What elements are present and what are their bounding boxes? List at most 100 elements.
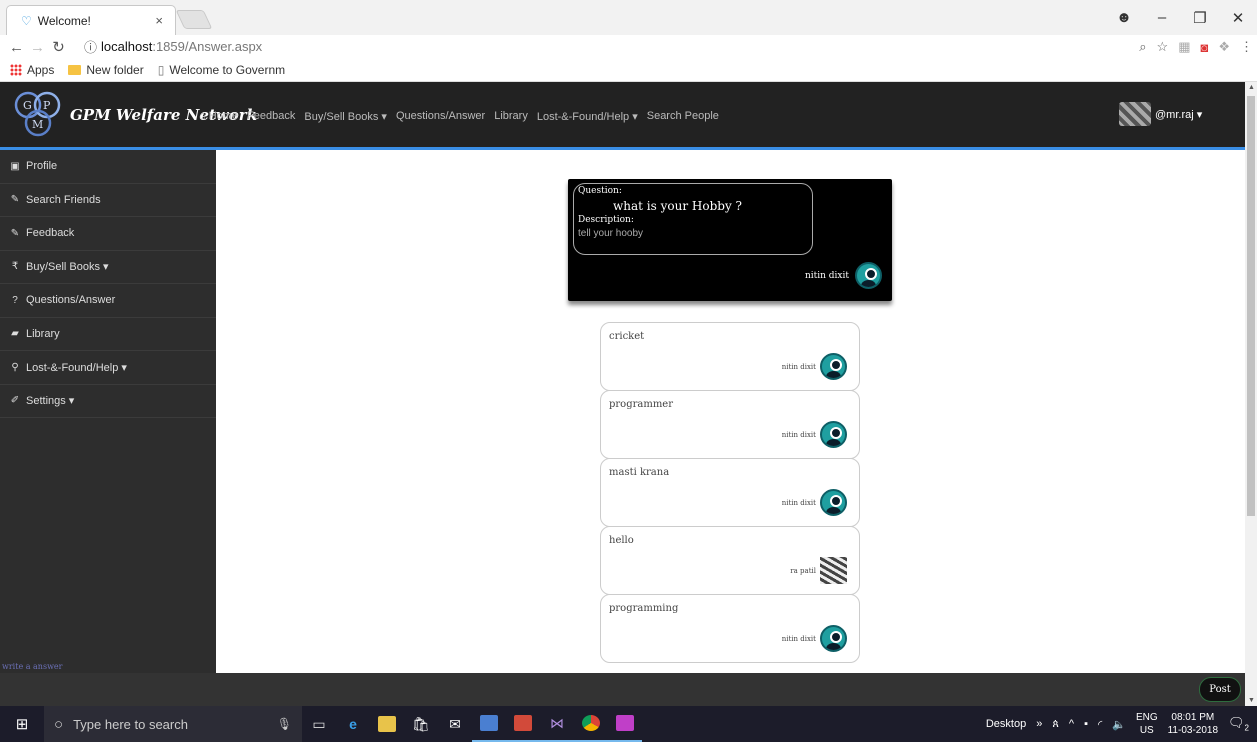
home-icon: ⌂	[199, 110, 206, 122]
logo-letter-m: M	[32, 118, 43, 131]
close-window-button[interactable]: ✕	[1219, 9, 1257, 27]
user-avatar-icon	[820, 353, 847, 380]
sidebar-item-profile[interactable]: ▣ Profile	[0, 150, 216, 184]
answer-author[interactable]: nitin dixit	[782, 489, 847, 516]
nav-questions-answer[interactable]: Questions/Answer	[396, 110, 485, 122]
zoom-icon[interactable]: ⌕	[1139, 39, 1146, 55]
sidebar-item-lost-found[interactable]: ⚲ Lost-&-Found/Help ▾	[0, 351, 216, 385]
sidebar-item-label: Search Friends	[26, 193, 101, 206]
nav-home[interactable]: ⌂ Home	[199, 110, 238, 122]
nav-buy-sell-books[interactable]: Buy/Sell Books ▾	[304, 110, 387, 123]
user-menu[interactable]: @mr.raj ▾	[1119, 102, 1202, 126]
scroll-thumb[interactable]	[1247, 96, 1255, 516]
question-author[interactable]: nitin dixit	[805, 262, 882, 289]
clock-time: 08:01 PM	[1171, 712, 1215, 723]
bookmark-star-icon[interactable]: ☆	[1157, 39, 1169, 55]
answer-author[interactable]: nitin dixit	[782, 421, 847, 448]
post-button[interactable]: Post	[1199, 677, 1241, 702]
top-menu: ⌂ Home Feedback Buy/Sell Books ▾ Questio…	[199, 82, 719, 150]
info-icon[interactable]: ⓘ	[84, 37, 97, 56]
browser-tab[interactable]: ♡ Welcome! ×	[6, 5, 176, 35]
main-content: Question: what is your Hobby ? Descripti…	[216, 150, 1245, 673]
sidebar-item-feedback[interactable]: ✎ Feedback	[0, 217, 216, 251]
url-field[interactable]: ⓘ localhost :1859/Answer.aspx	[84, 36, 1257, 57]
author-name: nitin dixit	[781, 634, 816, 643]
back-arrow-icon[interactable]: ←	[6, 39, 27, 56]
volume-icon[interactable]: 🔈	[1112, 718, 1126, 731]
minimize-button[interactable]: –	[1143, 9, 1181, 26]
reload-icon[interactable]: ↻	[48, 38, 69, 56]
new-tab-button[interactable]	[175, 10, 213, 29]
sidebar-item-questions-answer[interactable]: ? Questions/Answer	[0, 284, 216, 318]
menu-dots-icon[interactable]: ⋮	[1240, 39, 1253, 55]
logo-letter-p: P	[43, 99, 51, 112]
wifi-icon[interactable]: ◜	[1098, 718, 1102, 731]
pocket-icon[interactable]: ◙	[1200, 40, 1208, 55]
nav-library[interactable]: Library	[494, 110, 528, 122]
question-box: Question: what is your Hobby ? Descripti…	[573, 183, 813, 255]
app-icon-purple[interactable]	[608, 706, 642, 742]
author-name: nitin dixit	[781, 498, 816, 507]
tab-close-icon[interactable]: ×	[155, 13, 163, 28]
answer-author[interactable]: ra patil	[790, 557, 847, 584]
sidebar-item-library[interactable]: ▰ Library	[0, 318, 216, 351]
user-name: @mr.raj ▾	[1155, 108, 1203, 121]
tray-up-arrow-icon[interactable]: ^	[1069, 718, 1074, 730]
chevron-icon[interactable]: »	[1036, 718, 1042, 730]
clock[interactable]: 08:01 PM 11-03-2018	[1168, 711, 1218, 737]
bookmark-apps[interactable]: Apps	[10, 63, 54, 77]
scroll-down-icon[interactable]: ▼	[1248, 697, 1255, 704]
scroll-up-icon[interactable]: ▲	[1248, 84, 1255, 91]
desktop-toolbar[interactable]: Desktop	[986, 718, 1026, 730]
nav-search-people[interactable]: Search People	[647, 110, 719, 122]
lang-top: ENG	[1135, 712, 1158, 723]
maximize-button[interactable]: ❐	[1181, 9, 1219, 27]
forward-arrow-icon[interactable]: →	[27, 39, 48, 56]
tab-title: Welcome!	[37, 13, 91, 28]
visual-studio-icon[interactable]: ⋈	[540, 706, 574, 742]
microphone-icon[interactable]: 🎙	[277, 717, 292, 731]
store-icon[interactable]: 🛍	[404, 706, 438, 742]
answer-text: hello	[609, 535, 634, 546]
description-text: tell your hooby	[578, 228, 644, 239]
language-indicator[interactable]: ENG US	[1136, 711, 1158, 737]
network-icon[interactable]: ▪	[1084, 718, 1088, 730]
nav-feedback[interactable]: Feedback	[247, 110, 295, 122]
wrench-icon: ✐	[10, 395, 20, 407]
notification-icon[interactable]: 🗨2	[1228, 715, 1249, 733]
answer-input-bar[interactable]: Post	[0, 673, 1245, 706]
app-icon-red[interactable]	[506, 706, 540, 742]
favicon-heart-icon: ♡	[21, 13, 32, 28]
mail-icon[interactable]: ✉	[438, 706, 472, 742]
answer-text: programmer	[609, 399, 674, 410]
sidebar-item-buy-sell-books[interactable]: ₹ Buy/Sell Books ▾	[0, 251, 216, 284]
people-icon[interactable]: ጰ	[1052, 718, 1059, 731]
page-scrollbar[interactable]: ▲ ▼	[1245, 82, 1257, 706]
taskbar-search[interactable]: ○ Type here to search 🎙	[44, 706, 302, 742]
bookmark-label: Welcome to Governm	[169, 63, 286, 77]
book-icon: ▰	[11, 328, 19, 340]
url-path: :1859/Answer.aspx	[152, 39, 263, 54]
gpm-logo[interactable]: G P M	[14, 90, 68, 140]
task-view-icon[interactable]: ▭	[302, 706, 336, 742]
map-marker-icon: ⚲	[11, 361, 19, 373]
extension-puzzle-icon[interactable]: ❖	[1218, 39, 1230, 55]
file-explorer-icon[interactable]	[370, 706, 404, 742]
chrome-icon[interactable]	[574, 706, 608, 742]
user-photo-avatar	[820, 557, 847, 584]
sidebar: ▣ Profile ✎ Search Friends ✎ Feedback ₹ Buy/…	[0, 150, 216, 673]
bookmark-welcome[interactable]: ▯ Welcome to Governm	[158, 63, 285, 77]
answer-author[interactable]: nitin dixit	[782, 353, 847, 380]
sidebar-item-search-friends[interactable]: ✎ Search Friends	[0, 184, 216, 217]
write-answer-label: write a answer	[2, 662, 63, 671]
extension-icon[interactable]: ▦	[1178, 39, 1190, 55]
windows-start-icon[interactable]: ⊞	[0, 715, 44, 733]
window-controls: ☻ – ❐ ✕	[1105, 0, 1257, 35]
nav-lost-found[interactable]: Lost-&-Found/Help ▾	[537, 110, 638, 123]
sidebar-item-settings[interactable]: ✐ Settings ▾	[0, 385, 216, 418]
answer-author[interactable]: nitin dixit	[782, 625, 847, 652]
profile-icon[interactable]: ☻	[1105, 9, 1143, 26]
app-icon-blue[interactable]	[472, 706, 506, 742]
bookmark-new-folder[interactable]: New folder	[68, 63, 144, 77]
edge-icon[interactable]: e	[336, 706, 370, 742]
